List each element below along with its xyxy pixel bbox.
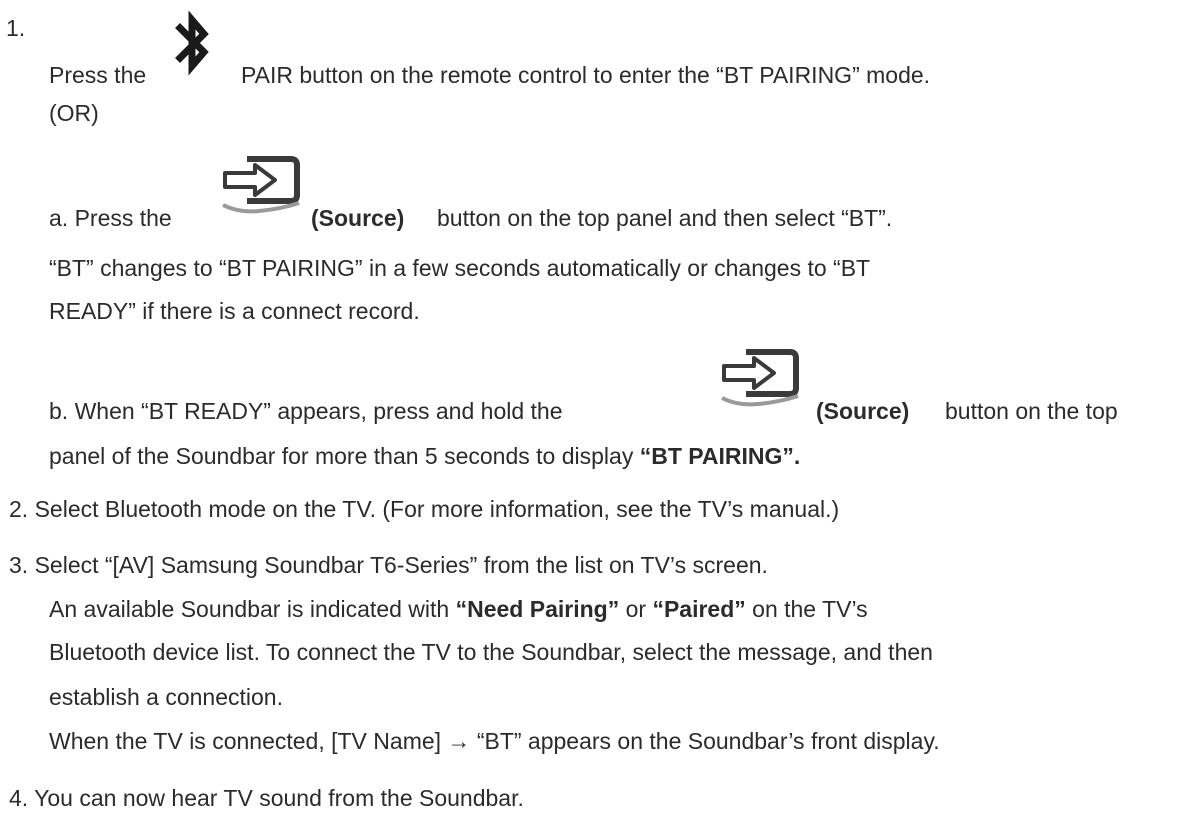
step-1-number: 1. — [6, 15, 26, 41]
step-1-a-line-2: “BT” changes to “BT PAIRING” in a few se… — [49, 255, 871, 281]
step-1-b-bold: (Source) — [816, 397, 909, 425]
step-1-a-pre: a. Press the — [49, 205, 172, 231]
step-1-a-post: button on the top panel and then select … — [437, 205, 893, 231]
step-1-b-pre: b. When “BT READY” appears, press and ho… — [49, 398, 563, 424]
step-3-line-3: Bluetooth device list. To connect the TV… — [49, 639, 933, 665]
source-icon — [222, 156, 300, 214]
step-3-line-1: 3. Select “[AV] Samsung Soundbar T6-Seri… — [9, 552, 768, 578]
step-1-b-line-2-pre: panel of the Soundbar for more than 5 se… — [49, 443, 634, 469]
step-1-or: (OR) — [49, 100, 99, 126]
need-pairing-label: “Need Pairing” — [455, 596, 620, 622]
source-icon — [721, 349, 799, 407]
step-1-line-1-pre: Press the — [49, 62, 147, 88]
step-1-b-post: button on the top — [945, 398, 1118, 424]
source-label-a: (Source) — [311, 205, 405, 231]
source-label-b: (Source) — [816, 398, 910, 424]
step-1-line-1: Press the — [49, 61, 146, 89]
bluetooth-icon — [175, 10, 209, 76]
step-3-line-2-pre: An available Soundbar is indicated with — [49, 596, 450, 622]
step-4: 4. You can now hear TV sound from the So… — [9, 785, 524, 811]
bt-pairing-label: “BT PAIRING”. — [639, 443, 801, 469]
step-3-line-2-mid: or — [625, 596, 647, 622]
step-1-a-line-3: READY” if there is a connect record. — [49, 298, 420, 324]
step-2: 2. Select Bluetooth mode on the TV. (For… — [9, 496, 840, 522]
paired-label: “Paired” — [652, 596, 746, 622]
step-1-b-line-2: panel of the Soundbar for more than 5 se… — [49, 442, 800, 470]
step-3-line-4: establish a connection. — [49, 684, 283, 710]
step-3-line-5: When the TV is connected, [TV Name] → “B… — [49, 728, 940, 754]
step-3-line-2: An available Soundbar is indicated with … — [49, 595, 868, 623]
step-1-a-bold: (Source) — [311, 204, 404, 232]
step-1-line-1-post: PAIR button on the remote control to ent… — [241, 62, 931, 88]
step-3-line-2-post: on the TV’s — [752, 596, 868, 622]
